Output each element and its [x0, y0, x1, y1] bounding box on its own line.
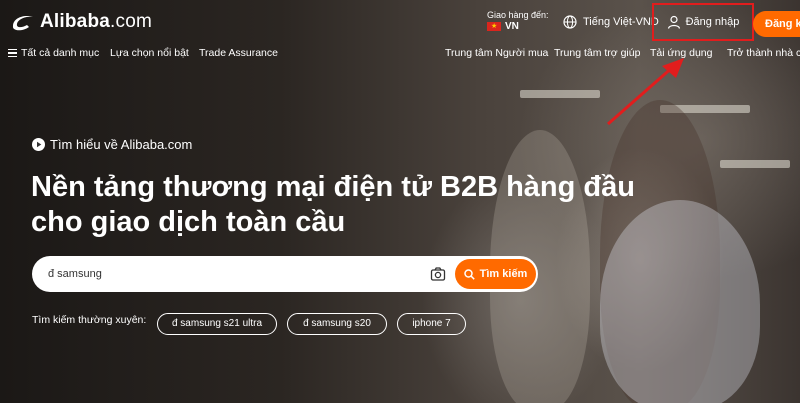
nav-featured[interactable]: Lựa chọn nổi bật — [110, 47, 189, 59]
user-icon — [667, 15, 680, 29]
frequent-search-chip[interactable]: đ samsung s20 — [287, 313, 387, 335]
learn-about-link[interactable]: Tìm hiểu về Alibaba.com — [32, 137, 192, 152]
menu-icon — [8, 49, 17, 58]
language-label: Tiếng Việt-VND — [583, 16, 659, 28]
annotation-arrow-icon — [607, 58, 684, 126]
ship-to-label: Giao hàng đến: — [487, 10, 549, 20]
play-icon — [32, 138, 45, 151]
alibaba-logo-icon — [12, 16, 33, 31]
headline-line-2: cho giao dịch toàn cầu — [31, 206, 346, 238]
headline-line-1: Nền tảng thương mại điện tử B2B hàng đầu — [31, 171, 635, 203]
register-button[interactable]: Đăng k — [753, 11, 800, 37]
vietnam-flag-icon — [487, 21, 501, 32]
camera-icon[interactable] — [430, 266, 446, 282]
nav-all-categories[interactable]: Tất cả danh mục — [8, 47, 99, 59]
nav-become-supplier[interactable]: Trở thành nhà cun — [727, 47, 800, 59]
hero-headline: Nền tảng thương mại điện tử B2B hàng đầu… — [31, 170, 651, 240]
alibaba-logo[interactable]: Alibaba.com — [10, 11, 152, 33]
ship-to-selector[interactable]: Giao hàng đến: VN — [487, 10, 549, 32]
nav-buyer-center[interactable]: Trung tâm Người mua — [445, 47, 548, 59]
learn-about-label: Tìm hiểu về Alibaba.com — [50, 137, 193, 152]
signin-button[interactable]: Đăng nhập — [652, 3, 754, 41]
globe-icon — [563, 15, 577, 29]
logo-text: Alibaba.com — [40, 11, 153, 32]
signin-label: Đăng nhập — [685, 16, 740, 28]
ship-to-country: VN — [505, 21, 519, 32]
ceiling-light — [520, 90, 600, 98]
search-button-label: Tìm kiếm — [479, 268, 528, 280]
frequent-search-chip[interactable]: iphone 7 — [397, 313, 466, 335]
ceiling-light — [720, 160, 790, 168]
frequent-search-chip[interactable]: đ samsung s21 ultra — [157, 313, 277, 335]
language-currency-selector[interactable]: Tiếng Việt-VND — [563, 15, 659, 29]
search-input[interactable] — [48, 264, 428, 284]
nav-trade-assurance[interactable]: Trade Assurance — [199, 47, 278, 59]
top-header: Alibaba.com Giao hàng đến: VN Tiếng Việt… — [0, 0, 800, 44]
search-button[interactable]: Tìm kiếm — [455, 259, 536, 289]
frequent-searches-label: Tìm kiếm thường xuyên: — [32, 314, 147, 326]
search-bar: Tìm kiếm — [32, 256, 538, 292]
search-icon — [463, 268, 475, 280]
